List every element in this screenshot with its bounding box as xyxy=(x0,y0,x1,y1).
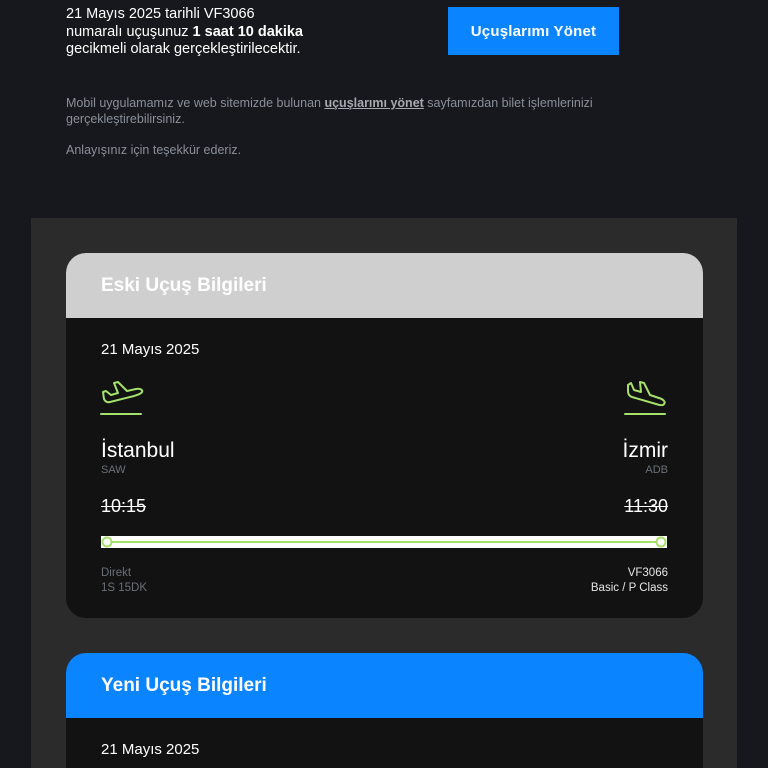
arrival-city: İzmir xyxy=(622,439,669,462)
thanks-text: Anlayışınız için teşekkür ederiz. xyxy=(66,143,242,157)
new-flight-date: 21 Mayıs 2025 xyxy=(101,741,200,758)
new-flight-header: Yeni Uçuş Bilgileri xyxy=(66,653,703,718)
delay-duration: 1 saat 10 dakika xyxy=(192,23,303,40)
flight-number: VF3066 xyxy=(627,567,668,579)
notice-line-1: 21 Mayıs 2025 tarihli VF3066 xyxy=(66,6,255,22)
notice-line-2-prefix: numaralı uçuşunuz xyxy=(66,23,193,40)
manage-flights-link[interactable]: uçuşlarımı yönet xyxy=(324,96,423,110)
flight-duration: 1S 15DK xyxy=(101,581,148,594)
manage-flights-button[interactable]: Uçuşlarımı Yönet xyxy=(448,7,619,55)
notice-line-3: gecikmeli olarak gerçekleştirilecektir. xyxy=(66,41,301,57)
airplane-arrival-icon xyxy=(624,381,666,415)
info-prefix: Mobil uygulamamız ve web sitemizde bulun… xyxy=(66,96,325,110)
departure-city: İstanbul xyxy=(101,439,175,462)
airplane-departure-icon xyxy=(100,381,144,415)
email-page: 21 Mayıs 2025 tarihli VF3066 numaralı uç… xyxy=(0,0,768,768)
delay-notice: 21 Mayıs 2025 tarihli VF3066 numaralı uç… xyxy=(66,6,386,59)
flight-meta-left: Direkt 1S 15DK xyxy=(101,566,147,595)
old-flight-card: Eski Uçuş Bilgileri 21 Mayıs 2025 İstanb… xyxy=(66,253,703,618)
old-flight-header: Eski Uçuş Bilgileri xyxy=(66,253,703,318)
flight-meta-right: VF3066 Basic / P Class xyxy=(591,566,668,595)
new-flight-card: Yeni Uçuş Bilgileri 21 Mayıs 2025 xyxy=(66,653,703,768)
route-line xyxy=(101,536,667,548)
departure-code: SAW xyxy=(101,464,126,476)
flight-type: Direkt xyxy=(101,567,132,579)
old-flight-date: 21 Mayıs 2025 xyxy=(101,341,200,358)
arrival-time: 11:30 xyxy=(624,496,668,516)
departure-time: 10:15 xyxy=(101,496,147,516)
route-end-dot xyxy=(655,536,667,548)
fare-class: Basic / P Class xyxy=(590,581,668,594)
arrival-code: ADB xyxy=(645,464,668,476)
info-text: Mobil uygulamamız ve web sitemizde bulun… xyxy=(66,95,686,127)
route-start-dot xyxy=(101,536,113,548)
